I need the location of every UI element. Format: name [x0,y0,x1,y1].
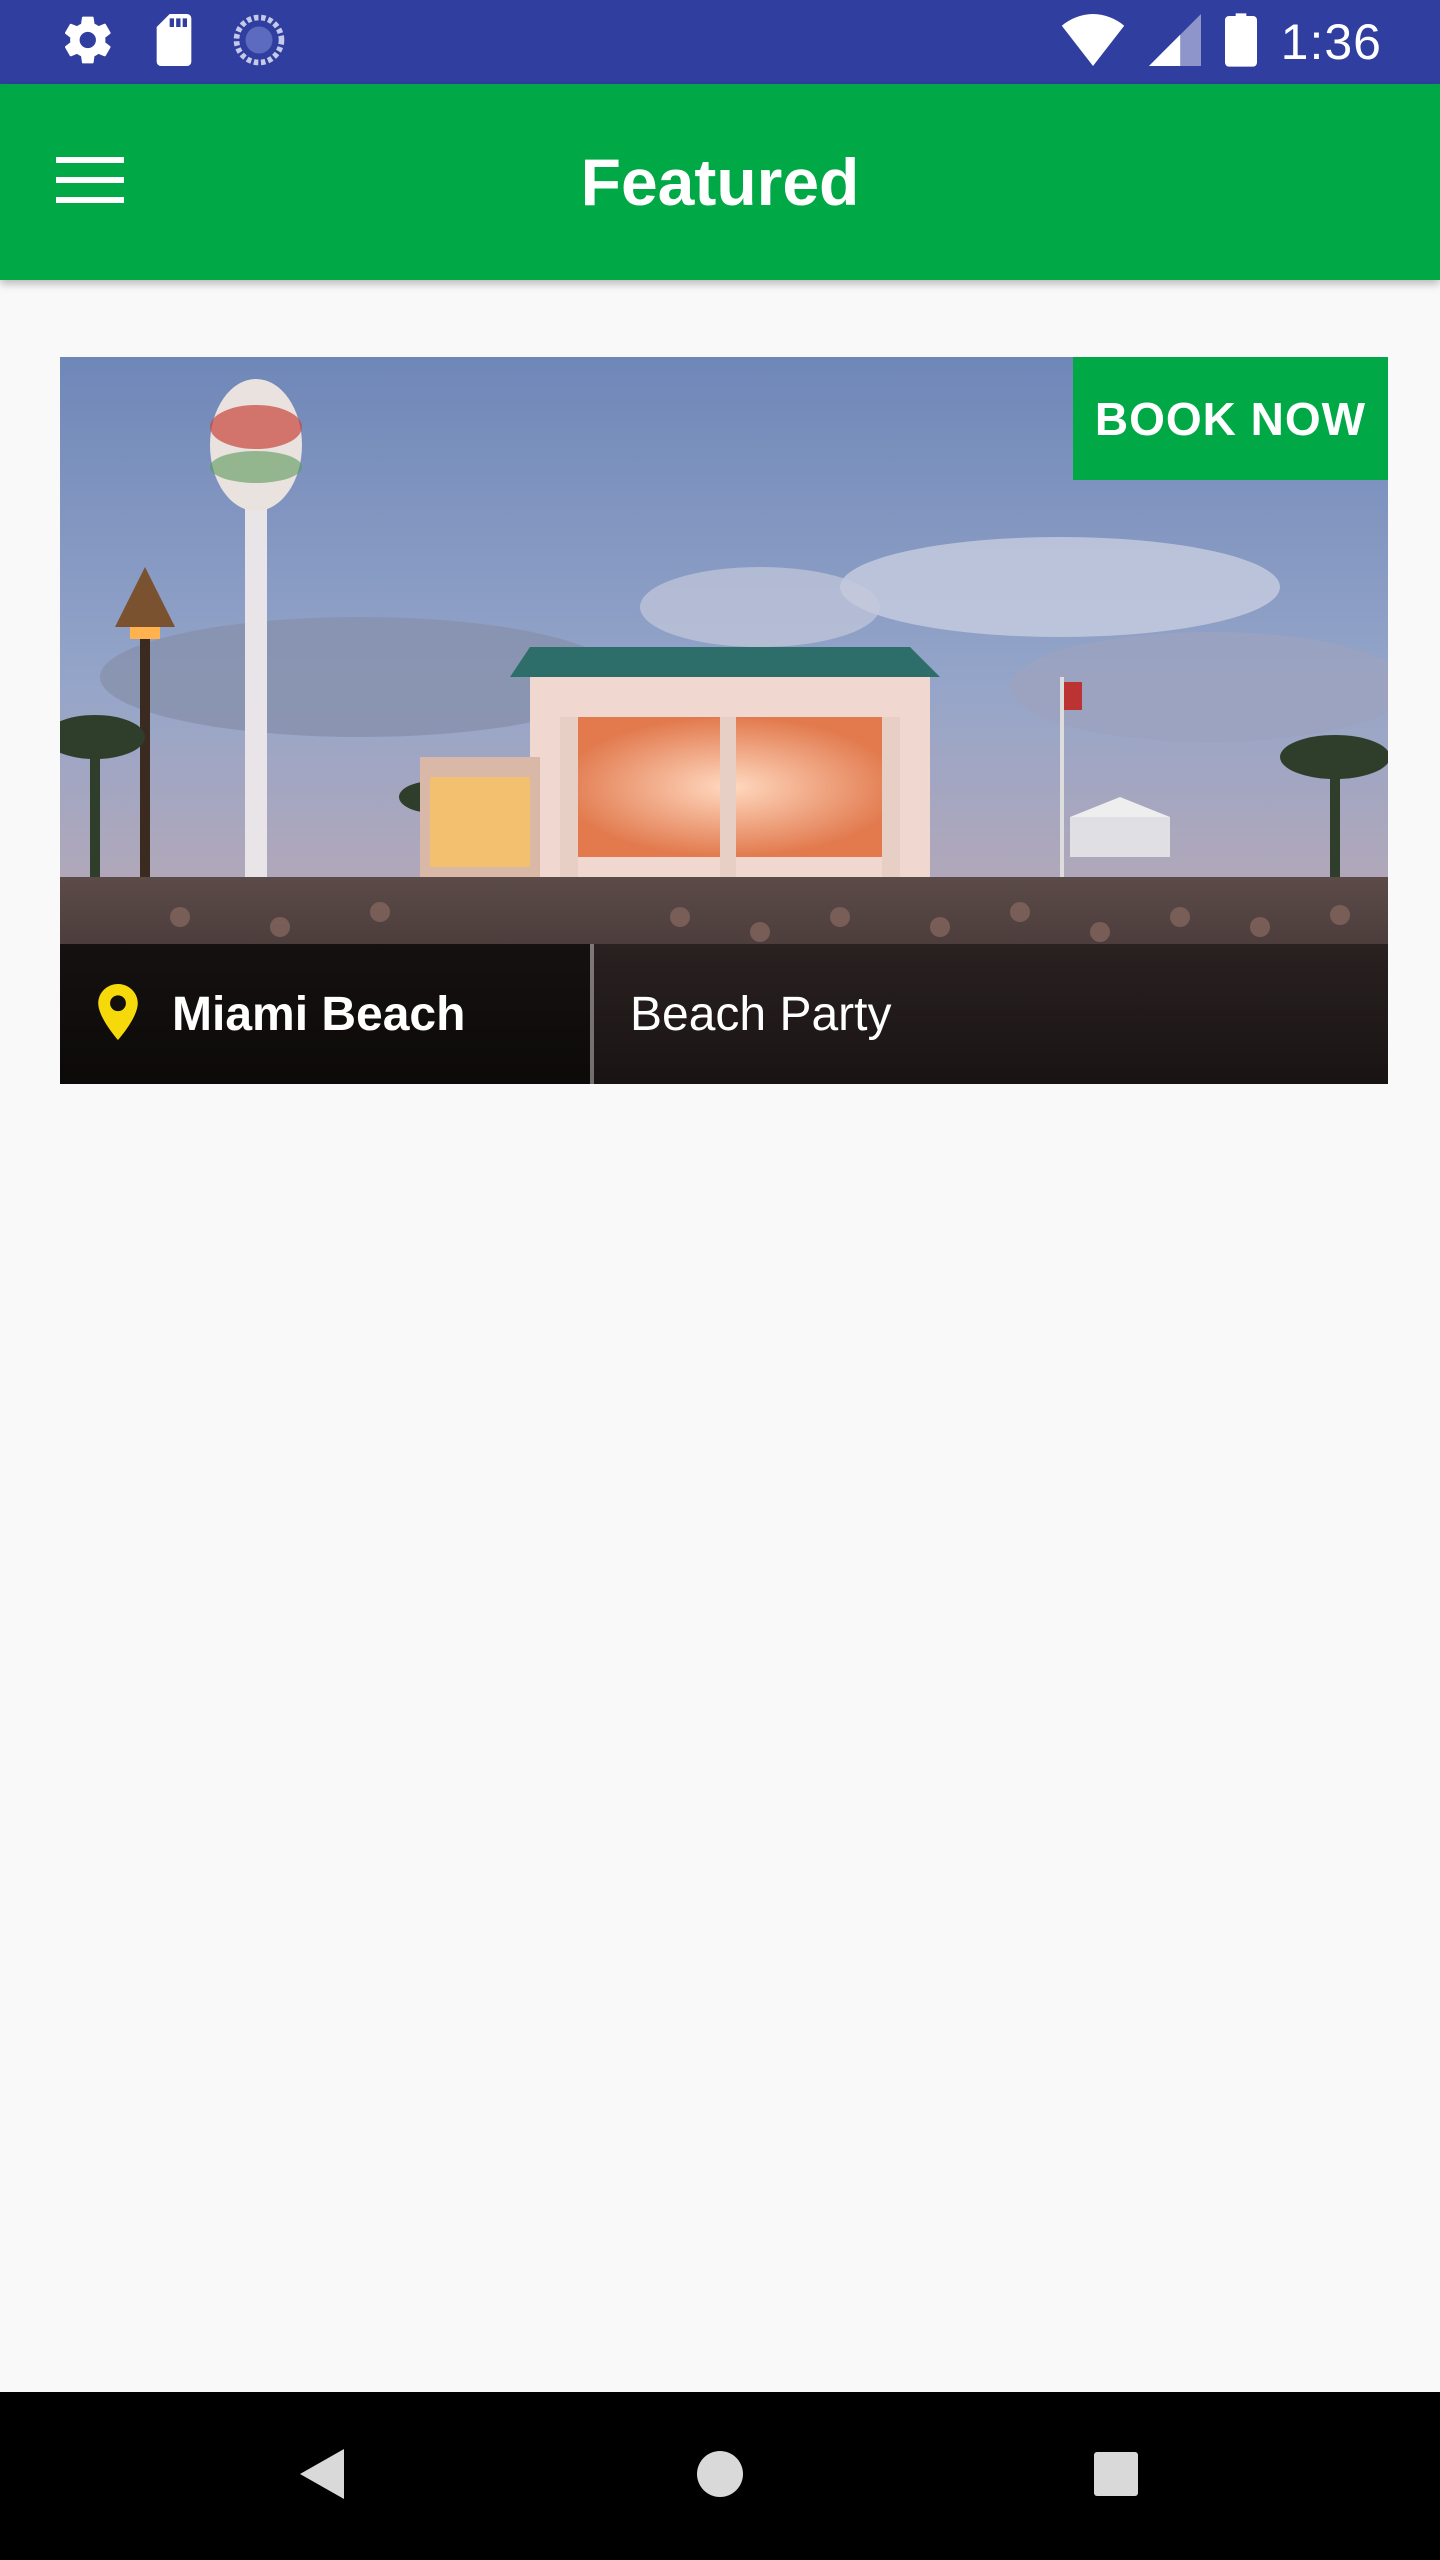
back-icon [300,2448,344,2504]
menu-button[interactable] [40,132,140,232]
sync-icon [232,13,286,72]
event-title: Beach Party [630,987,892,1041]
wifi-icon [1061,13,1125,71]
system-nav-bar [0,2392,1440,2560]
location-pin-icon [98,983,138,1045]
sd-card-icon [150,13,198,71]
status-time: 1:36 [1280,14,1382,70]
status-bar: 1:36 [0,0,1440,84]
status-right-icons: 1:36 [1061,12,1382,72]
battery-icon [1224,12,1257,72]
home-icon [696,2450,744,2503]
home-button[interactable] [680,2436,760,2516]
book-now-button[interactable]: BOOK NOW [1073,357,1388,480]
card-footer: Miami Beach Beach Party [60,944,1388,1084]
status-left-icons [60,12,286,73]
app-bar: Featured [0,84,1440,280]
signal-icon [1148,13,1201,71]
menu-icon [56,155,124,210]
page-title: Featured [580,145,860,219]
featured-card[interactable]: BOOK NOW Miami Beach Beach Party [60,357,1388,1084]
location-label: Miami Beach [172,987,466,1041]
location-panel: Miami Beach [60,944,590,1084]
back-button[interactable] [282,2436,362,2516]
settings-icon [60,12,116,73]
recents-button[interactable] [1076,2436,1156,2516]
event-title-panel: Beach Party [594,944,1388,1084]
recents-icon [1094,2451,1138,2501]
